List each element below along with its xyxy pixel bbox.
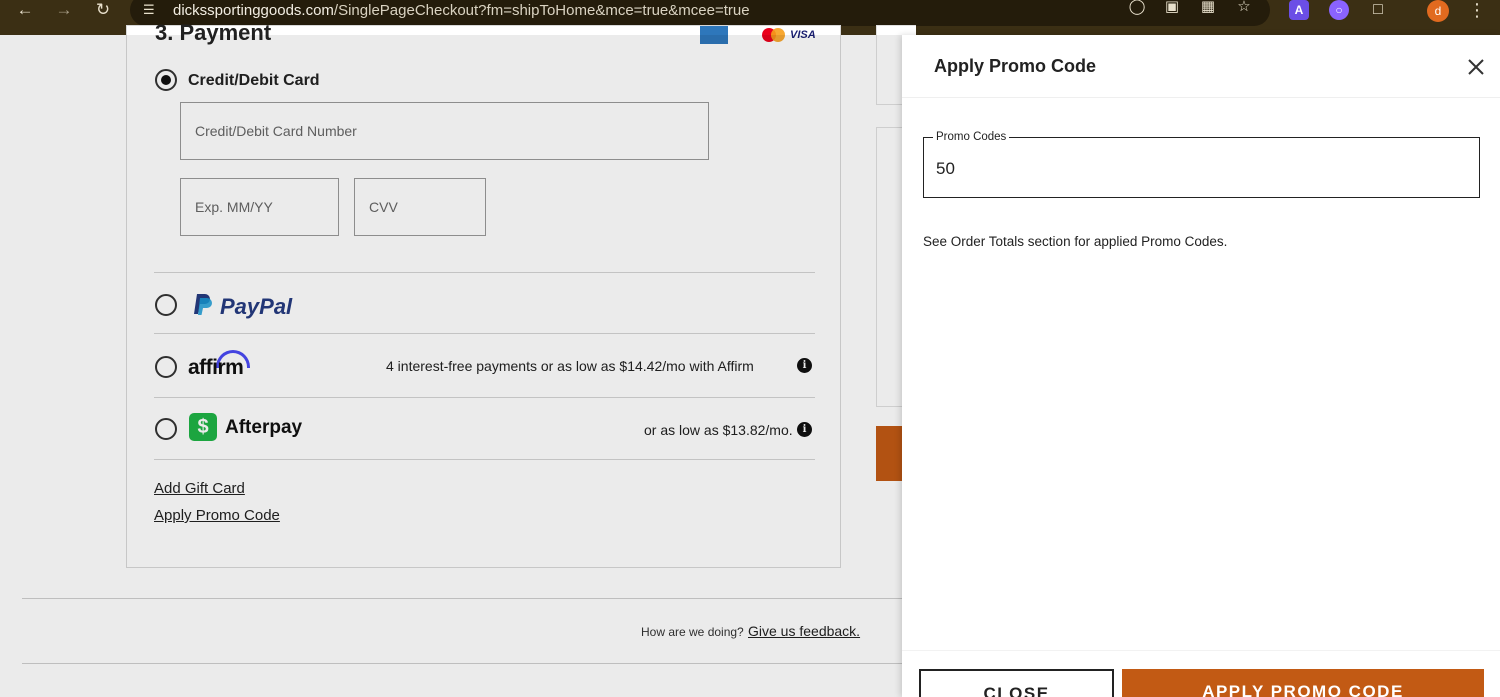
drawer-header: Apply Promo Code (902, 35, 1500, 98)
apply-promo-code-button[interactable]: APPLY PROMO CODE (1122, 669, 1484, 697)
paypal-label: PayPal (220, 294, 293, 319)
exp-date-field[interactable]: Exp. MM/YY (180, 178, 339, 236)
radio-afterpay[interactable] (155, 418, 177, 440)
credit-card-label: Credit/Debit Card (188, 72, 320, 89)
affirm-promo-text: 4 interest-free payments or as low as $1… (386, 358, 754, 374)
payment-card: 3. Payment VISA Credit/Debit Card Credit… (126, 20, 841, 568)
info-icon[interactable]: i (797, 358, 812, 373)
divider (154, 397, 815, 398)
footer-divider (22, 598, 922, 599)
close-button[interactable]: CLOSE (919, 669, 1114, 697)
divider (154, 333, 815, 334)
divider (154, 272, 815, 273)
extension-a-icon[interactable]: A (1289, 0, 1309, 20)
mastercard-icon-overlap (771, 28, 785, 42)
extension-circle-icon[interactable]: ○ (1329, 0, 1349, 20)
accepted-cards-logos: VISA (700, 26, 816, 44)
footer-divider (22, 663, 922, 664)
close-icon[interactable] (1464, 55, 1488, 79)
translate-icon[interactable]: ▦ (1198, 0, 1218, 17)
divider (154, 459, 815, 460)
reload-icon[interactable]: ↻ (91, 0, 115, 22)
url-host: dickssportinggoods.com (173, 2, 334, 19)
paypal-logo-icon (194, 294, 212, 315)
affirm-label: affirm (188, 356, 244, 379)
promo-note: See Order Totals section for applied Pro… (923, 234, 1228, 249)
add-gift-card-link[interactable]: Add Gift Card (154, 480, 245, 497)
forward-icon[interactable]: → (52, 0, 76, 22)
promo-code-label: Promo Codes (933, 131, 1010, 143)
info-icon[interactable]: i (797, 422, 812, 437)
address-bar[interactable]: ☰ dickssportinggoods.com/SinglePageCheck… (130, 0, 1270, 26)
afterpay-promo-text: or as low as $13.82/mo. (644, 422, 793, 438)
cvv-field[interactable]: CVV (354, 178, 486, 236)
apply-promo-code-link[interactable]: Apply Promo Code (154, 507, 280, 524)
radio-affirm[interactable] (155, 356, 177, 378)
afterpay-logo-icon: $ (189, 413, 217, 441)
visa-icon: VISA (790, 29, 816, 41)
eye-off-icon[interactable]: ◯ (1127, 0, 1147, 17)
url-path: /SinglePageCheckout?fm=shipToHome&mce=tr… (333, 2, 750, 19)
bookmark-star-icon[interactable]: ☆ (1234, 0, 1254, 17)
radio-paypal[interactable] (155, 294, 177, 316)
promo-code-input[interactable] (936, 157, 1456, 181)
payment-heading: 3. Payment (155, 20, 272, 45)
promo-code-drawer: Apply Promo Code Promo Codes See Order T… (902, 35, 1500, 697)
back-icon[interactable]: ← (13, 0, 37, 22)
afterpay-label: Afterpay (225, 417, 303, 438)
menu-dots-icon[interactable]: ⋮ (1468, 0, 1486, 22)
extensions-puzzle-icon[interactable]: □ (1368, 0, 1388, 20)
radio-credit-card[interactable] (155, 69, 177, 91)
drawer-title: Apply Promo Code (934, 56, 1097, 76)
site-info-icon[interactable]: ☰ (143, 2, 159, 18)
profile-avatar[interactable]: d (1427, 0, 1449, 22)
url-text[interactable]: dickssportinggoods.com/SinglePageCheckou… (173, 2, 750, 19)
card-number-field[interactable]: Credit/Debit Card Number (180, 102, 709, 160)
install-app-icon[interactable]: ▣ (1162, 0, 1182, 17)
amex-icon (700, 26, 728, 44)
feedback-question: How are we doing? (641, 625, 744, 639)
feedback-link[interactable]: Give us feedback. (748, 623, 860, 639)
